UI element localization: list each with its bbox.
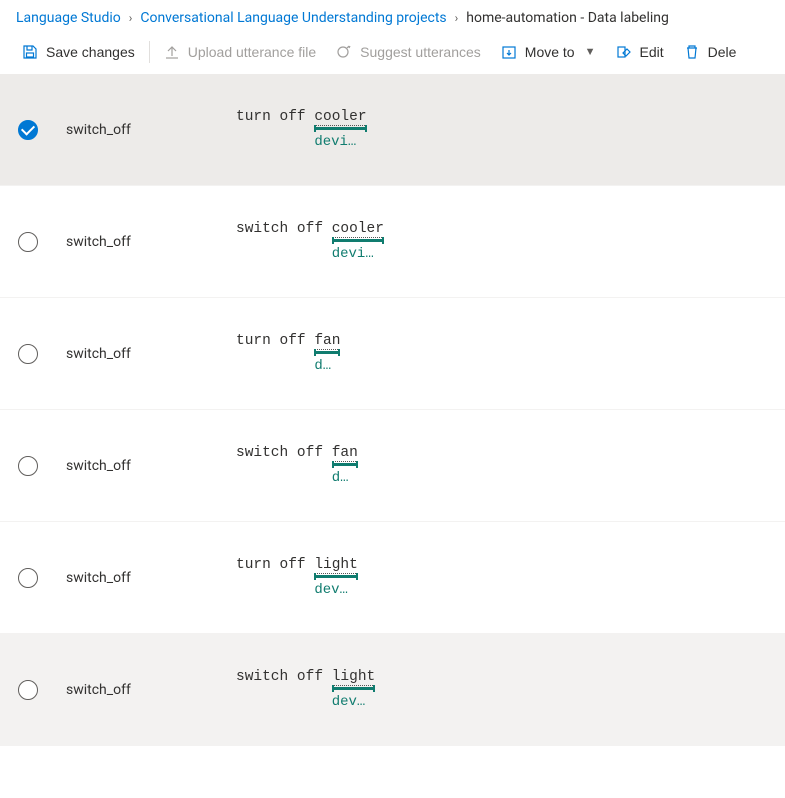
row-select-cell [18, 232, 66, 252]
radio-unchecked-icon[interactable] [18, 568, 38, 588]
utterance-row[interactable]: switch_offswitch off cooler devi… [0, 186, 785, 298]
radio-unchecked-icon[interactable] [18, 344, 38, 364]
upload-utterance-button[interactable]: Upload utterance file [154, 40, 326, 64]
save-button-label: Save changes [46, 44, 135, 60]
entity-span[interactable]: fan d… [332, 445, 358, 486]
entity-bracket-icon [314, 127, 366, 130]
entity-text: fan [314, 333, 340, 350]
intent-label: switch_off [66, 682, 236, 698]
chevron-right-icon: › [455, 11, 459, 25]
entity-span[interactable]: light dev… [314, 557, 358, 598]
entity-label[interactable]: devi… [314, 134, 366, 150]
utterance-row[interactable]: switch_offturn off fan d… [0, 298, 785, 410]
entity-bracket-icon [332, 239, 384, 242]
utterance-cell[interactable]: turn off fan d… [236, 305, 340, 402]
radio-unchecked-icon[interactable] [18, 456, 38, 476]
utterance-prefix: turn off [236, 557, 314, 598]
utterance-row[interactable]: switch_offswitch off light dev… [0, 634, 785, 746]
move-to-label: Move to [525, 44, 575, 60]
intent-label: switch_off [66, 346, 236, 362]
breadcrumb-link-language-studio[interactable]: Language Studio [16, 10, 121, 26]
entity-text: cooler [314, 109, 366, 126]
suggest-icon [336, 44, 352, 60]
toolbar: Save changes Upload utterance file Sugge… [0, 34, 785, 74]
utterance-row[interactable]: switch_offturn off light dev… [0, 522, 785, 634]
entity-text: light [314, 557, 358, 574]
breadcrumb-current: home-automation - Data labeling [466, 10, 669, 26]
row-select-cell [18, 568, 66, 588]
entity-label[interactable]: dev… [332, 694, 376, 710]
entity-text: light [332, 669, 376, 686]
utterance-prefix: switch off [236, 669, 332, 710]
suggest-button-label: Suggest utterances [360, 44, 481, 60]
move-to-icon [501, 44, 517, 60]
radio-unchecked-icon[interactable] [18, 232, 38, 252]
entity-label[interactable]: d… [314, 358, 340, 374]
upload-button-label: Upload utterance file [188, 44, 316, 60]
toolbar-separator [149, 41, 150, 63]
save-icon [22, 44, 38, 60]
entity-text: fan [332, 445, 358, 462]
utterance-row[interactable]: switch_offturn off cooler devi… [0, 74, 785, 186]
intent-label: switch_off [66, 570, 236, 586]
radio-unchecked-icon[interactable] [18, 680, 38, 700]
upload-icon [164, 44, 180, 60]
entity-bracket-icon [314, 575, 358, 578]
entity-bracket-icon [314, 351, 340, 354]
utterance-text: turn off cooler devi… [236, 109, 367, 150]
entity-span[interactable]: fan d… [314, 333, 340, 374]
intent-label: switch_off [66, 234, 236, 250]
utterance-text: switch off cooler devi… [236, 221, 384, 262]
utterance-text: switch off fan d… [236, 445, 358, 486]
utterance-cell[interactable]: switch off fan d… [236, 417, 358, 514]
utterance-text: switch off light dev… [236, 669, 375, 710]
entity-span[interactable]: cooler devi… [332, 221, 384, 262]
chevron-down-icon: ▼ [585, 46, 596, 58]
entity-span[interactable]: cooler devi… [314, 109, 366, 150]
utterance-text: turn off fan d… [236, 333, 340, 374]
row-select-cell [18, 120, 66, 140]
utterance-list: switch_offturn off coolerdevi…switch_off… [0, 74, 785, 746]
utterance-prefix: turn off [236, 333, 314, 374]
save-button[interactable]: Save changes [12, 40, 145, 64]
checkmark-icon[interactable] [18, 120, 38, 140]
row-select-cell [18, 344, 66, 364]
move-to-button[interactable]: Move to ▼ [491, 40, 606, 64]
row-select-cell [18, 456, 66, 476]
edit-button-label: Edit [640, 44, 664, 60]
edit-icon [616, 44, 632, 60]
entity-label[interactable]: devi… [332, 246, 384, 262]
utterance-cell[interactable]: turn off cooler devi… [236, 81, 367, 178]
suggest-utterances-button[interactable]: Suggest utterances [326, 40, 491, 64]
entity-text: cooler [332, 221, 384, 238]
entity-bracket-icon [332, 463, 358, 466]
edit-button[interactable]: Edit [606, 40, 674, 64]
intent-label: switch_off [66, 458, 236, 474]
delete-button-label: Dele [708, 44, 737, 60]
entity-bracket-icon [332, 687, 376, 690]
utterance-text: turn off light dev… [236, 557, 358, 598]
utterance-prefix: switch off [236, 445, 332, 486]
utterance-prefix: switch off [236, 221, 332, 262]
entity-span[interactable]: light dev… [332, 669, 376, 710]
utterance-cell[interactable]: switch off cooler devi… [236, 193, 384, 290]
entity-label[interactable]: dev… [314, 582, 358, 598]
breadcrumb-link-clu-projects[interactable]: Conversational Language Understanding pr… [140, 10, 446, 26]
delete-button[interactable]: Dele [674, 40, 747, 64]
intent-label: switch_off [66, 122, 236, 138]
utterance-cell[interactable]: turn off light dev… [236, 529, 358, 626]
trash-icon [684, 44, 700, 60]
breadcrumb: Language Studio › Conversational Languag… [0, 0, 785, 34]
row-select-cell [18, 680, 66, 700]
utterance-cell[interactable]: switch off light dev… [236, 641, 375, 738]
entity-label[interactable]: d… [332, 470, 358, 486]
chevron-right-icon: › [129, 11, 133, 25]
utterance-prefix: turn off [236, 109, 314, 150]
utterance-row[interactable]: switch_offswitch off fan d… [0, 410, 785, 522]
